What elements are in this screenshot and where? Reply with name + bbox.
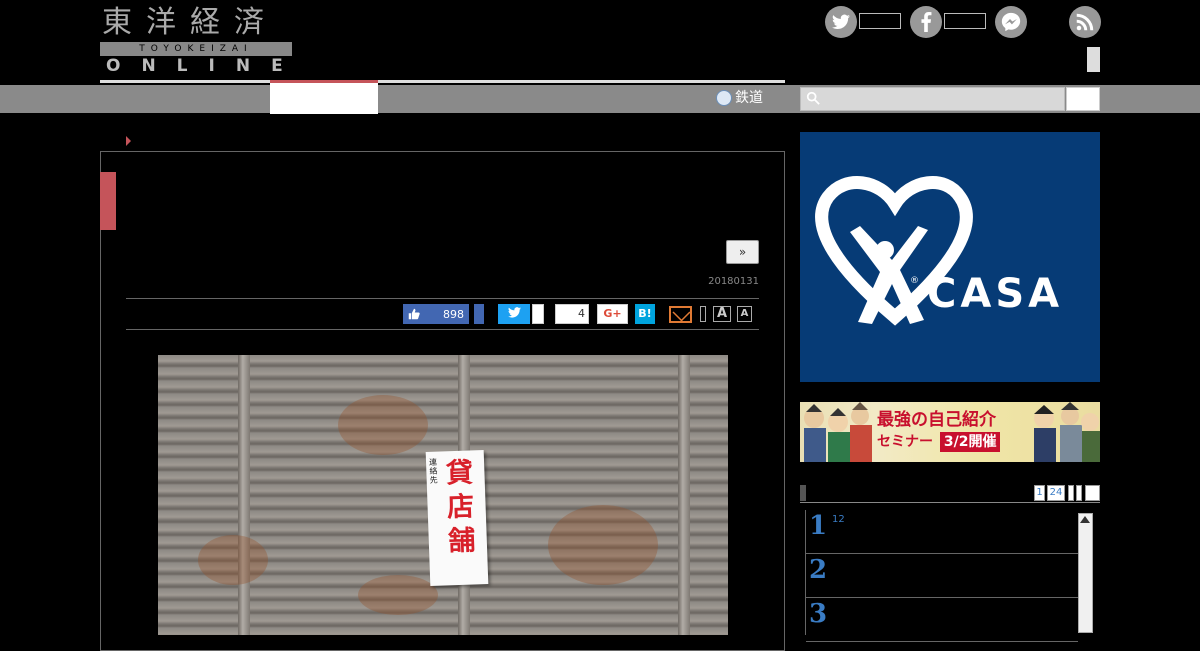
hatena-bookmark-button[interactable]: B! (635, 304, 655, 324)
ranking-scrollbar[interactable] (1078, 513, 1093, 633)
ranking-item[interactable]: 3 (806, 598, 1078, 642)
seminar-subtitle: セミナー (877, 434, 933, 450)
rss-icon[interactable] (1069, 6, 1101, 38)
ranking-item[interactable]: 2 (806, 554, 1078, 598)
mail-icon[interactable] (669, 306, 692, 323)
logo-kanji: 東洋経済 (102, 5, 278, 40)
shutter-rail (678, 355, 690, 635)
ranking-tab-4[interactable] (1076, 485, 1082, 501)
casa-ad-banner[interactable] (800, 132, 1100, 382)
facebook-like-button[interactable]: 898 (403, 304, 469, 324)
nav-tab-active[interactable] (270, 80, 378, 114)
facebook-count-box (944, 13, 986, 29)
next-page-button[interactable]: » (726, 240, 759, 264)
thumbs-up-icon (408, 308, 420, 320)
ranking-header-marker (800, 485, 806, 501)
title-marker (100, 172, 116, 230)
google-plus-button[interactable]: G+ (597, 304, 628, 324)
tweet-count (532, 304, 544, 324)
header-menu-button[interactable] (1087, 47, 1100, 72)
scroll-up-arrow-icon[interactable] (1080, 516, 1090, 523)
facebook-icon[interactable] (910, 6, 942, 38)
search-icon (806, 91, 822, 107)
print-button[interactable] (700, 306, 706, 322)
ranking-tab-24[interactable]: 24 (1047, 485, 1065, 501)
rust-stain (358, 575, 438, 615)
logo-roman: TOYOKEIZAI (139, 44, 253, 54)
site-logo[interactable]: 東洋経済 TOYOKEIZAI ONLINE (100, 5, 295, 76)
font-small-button[interactable]: A (737, 306, 752, 322)
share-bar-top-rule (126, 298, 759, 299)
casa-registered-mark: ® (910, 276, 919, 286)
casa-brand-text: CASA (927, 271, 1064, 317)
twitter-bird-icon (507, 307, 521, 318)
shutter-rail (238, 355, 250, 635)
nav-rail-label: 鉄道 (735, 90, 763, 106)
ranking-number: 1 (809, 511, 828, 541)
article-date: 20180131 (708, 276, 759, 287)
rust-stain (198, 535, 268, 585)
sign-contact-text: 連絡先 (428, 457, 438, 485)
manga-characters-illustration-right (1034, 402, 1100, 462)
ranking-tab-1[interactable]: 1 (1034, 485, 1045, 501)
facebook-share-button[interactable] (474, 304, 484, 324)
like-count: 898 (443, 307, 464, 321)
breadcrumb-arrow-icon (126, 136, 131, 146)
ranking-title: 12 (832, 514, 845, 525)
seminar-subtitle-line: セミナー 3/2開催 (877, 432, 1001, 452)
nav-item-rail[interactable]: 鉄道 (716, 87, 763, 109)
train-icon (716, 90, 732, 106)
ranking-tab-5[interactable] (1085, 485, 1100, 501)
tweet-button[interactable] (498, 304, 530, 324)
logo-online: ONLINE (106, 56, 304, 76)
twitter-count-box (859, 13, 901, 29)
messenger-icon[interactable] (995, 6, 1027, 38)
rust-stain (338, 395, 428, 455)
seminar-date: 3/2開催 (939, 432, 1001, 452)
pocket-count[interactable]: 4 (555, 304, 589, 324)
ranking-number: 2 (809, 555, 828, 585)
twitter-icon[interactable] (825, 6, 857, 38)
ranking-tab-3[interactable] (1068, 485, 1074, 501)
for-rent-sign: 連絡先 貸店舗 (425, 450, 489, 586)
manga-characters-illustration (804, 402, 872, 462)
ranking-item[interactable]: 1 12 (806, 510, 1078, 554)
header-divider (100, 80, 785, 83)
casa-heart-logo (815, 176, 973, 326)
font-large-button[interactable]: A (713, 306, 731, 322)
seminar-title: 最強の自己紹介 (877, 410, 996, 430)
search-button[interactable] (1066, 87, 1100, 111)
share-bar-bottom-rule (126, 329, 759, 330)
ranking-number: 3 (809, 599, 828, 629)
sign-main-text: 貸店舗 (445, 457, 476, 558)
search-input[interactable] (800, 87, 1065, 111)
rust-stain (548, 505, 658, 585)
